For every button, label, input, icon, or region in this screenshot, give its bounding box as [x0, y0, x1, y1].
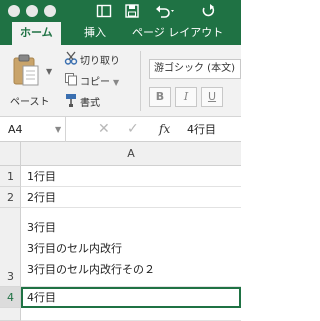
scissors-icon: [64, 51, 80, 71]
title-bar: [0, 0, 241, 22]
copy-options-chevron-icon[interactable]: ▼: [113, 78, 119, 87]
ribbon-home-panel: ▼ ペースト 切り取り コピー ▼ 書式 游ゴシック (本文) B I U: [0, 45, 241, 117]
cell-a3-line-2: 3行目のセル内改行: [27, 242, 122, 255]
row-header-5[interactable]: [0, 308, 21, 321]
formula-input[interactable]: 4行目: [187, 117, 216, 142]
cell-a2[interactable]: 2行目: [21, 187, 241, 208]
paste-button-label[interactable]: ペースト: [10, 93, 50, 108]
cell-a4-text: 4行目: [27, 291, 56, 304]
cell-a3-line-3: 3行目のセル内改行その２: [27, 263, 155, 276]
close-window-button[interactable]: [8, 5, 20, 17]
format-painter-icon: [64, 93, 80, 113]
cell-a3-line-1: 3行目: [27, 221, 56, 234]
paste-options-chevron-icon[interactable]: ▼: [46, 67, 52, 76]
format-painter-label: 書式: [80, 98, 100, 109]
tab-page-layout[interactable]: ページ レイアウト: [132, 22, 223, 45]
tab-home[interactable]: ホーム: [12, 22, 61, 45]
tab-insert[interactable]: 挿入: [84, 22, 106, 45]
ribbon-tab-bar: ホーム 挿入 ページ レイアウト: [0, 22, 241, 45]
undo-icon[interactable]: [154, 3, 176, 19]
save-icon[interactable]: [124, 3, 140, 19]
formula-bar: A4 ▼ ✕ ✓ fx 4行目: [0, 117, 241, 142]
select-all-corner[interactable]: [0, 142, 21, 166]
insert-function-button[interactable]: fx: [159, 117, 170, 142]
underline-button[interactable]: U: [201, 87, 223, 107]
minimize-window-button[interactable]: [26, 5, 38, 17]
paste-icon[interactable]: [12, 53, 40, 87]
ribbon-separator: [140, 51, 141, 111]
copy-icon: [64, 72, 80, 92]
sidebar-icon[interactable]: [96, 3, 112, 19]
row-header-4[interactable]: 4: [0, 287, 21, 308]
italic-button[interactable]: I: [175, 87, 197, 107]
name-box-chevron-icon[interactable]: ▼: [55, 117, 61, 142]
cell-a1-text: 1行目: [27, 170, 56, 183]
redo-icon[interactable]: [200, 3, 216, 19]
zoom-window-button[interactable]: [44, 5, 56, 17]
row-header-3[interactable]: 3: [0, 208, 21, 287]
cell-a3[interactable]: 3行目 3行目のセル内改行 3行目のセル内改行その２: [21, 208, 241, 287]
bold-button[interactable]: B: [149, 87, 171, 107]
cell-a1[interactable]: 1行目: [21, 166, 241, 187]
row-header-1[interactable]: 1: [0, 166, 21, 187]
cancel-icon[interactable]: ✕: [98, 117, 110, 142]
cut-label: 切り取り: [80, 56, 120, 67]
copy-button[interactable]: コピー ▼: [64, 72, 119, 88]
format-painter-button[interactable]: 書式: [64, 93, 100, 109]
cell-a4[interactable]: 4行目: [21, 287, 241, 308]
cell-a2-text: 2行目: [27, 191, 56, 204]
column-header-a[interactable]: A: [21, 142, 241, 166]
confirm-icon[interactable]: ✓: [127, 117, 139, 142]
cell-a5[interactable]: [21, 308, 241, 321]
row-header-2[interactable]: 2: [0, 187, 21, 208]
font-name-select[interactable]: 游ゴシック (本文): [149, 59, 241, 79]
copy-label: コピー: [80, 77, 110, 88]
cut-button[interactable]: 切り取り: [64, 51, 120, 67]
